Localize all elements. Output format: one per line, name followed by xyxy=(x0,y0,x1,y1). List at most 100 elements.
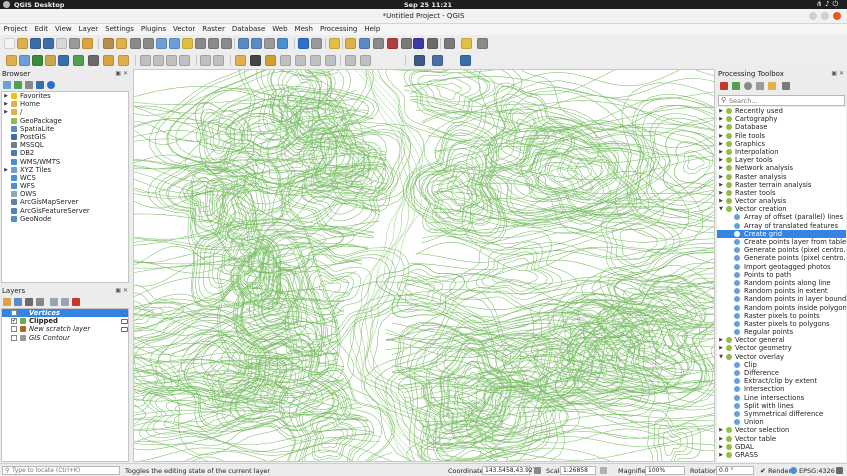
layer-visibility-checkbox[interactable] xyxy=(11,334,17,341)
menu-mesh[interactable]: Mesh xyxy=(291,24,316,33)
layer-item-clipped[interactable]: ✔ Clipped xyxy=(2,317,128,325)
expand-arrow-icon[interactable]: ▶ xyxy=(718,443,724,451)
select-features-icon[interactable] xyxy=(329,38,340,49)
toolbox-group-vector-general[interactable]: ▶ Vector general xyxy=(717,336,846,344)
toolbox-algorithm-create-points-layer-from-table[interactable]: Create points layer from table xyxy=(717,238,846,246)
layer-item-new-scratch-layer[interactable]: New scratch layer xyxy=(2,325,128,333)
cut-features-icon[interactable] xyxy=(153,55,164,66)
temporal-controller-icon[interactable] xyxy=(264,38,275,49)
move-label-icon[interactable] xyxy=(295,55,306,66)
toolbox-algorithm-difference[interactable]: Difference xyxy=(717,369,846,377)
toolbox-algorithm-raster-pixels-to-points[interactable]: Raster pixels to points xyxy=(717,312,846,320)
map-tips-icon[interactable] xyxy=(427,38,438,49)
open-attribute-table-icon[interactable] xyxy=(359,38,370,49)
history-icon[interactable] xyxy=(744,82,752,90)
toolbox-group-vector-analysis[interactable]: ▶ Vector analysis xyxy=(717,197,846,205)
menu-edit[interactable]: Edit xyxy=(31,24,52,33)
toolbox-group-interpolation[interactable]: ▶ Interpolation xyxy=(717,148,846,156)
toolbox-group-cartography[interactable]: ▶ Cartography xyxy=(717,115,846,123)
scale-field[interactable]: 1:26858 xyxy=(560,466,596,475)
manage-map-themes-icon[interactable] xyxy=(25,298,33,306)
statistics-icon[interactable] xyxy=(387,38,398,49)
close-button[interactable] xyxy=(833,12,841,20)
map-canvas[interactable] xyxy=(133,69,715,462)
zoom-to-selection-icon[interactable] xyxy=(182,38,193,49)
crs-globe-icon[interactable] xyxy=(790,467,797,474)
toolbox-group-gdal[interactable]: ▶ GDAL xyxy=(717,443,846,451)
menu-help[interactable]: Help xyxy=(361,24,384,33)
expand-arrow-icon[interactable]: ▶ xyxy=(718,123,724,131)
rotate-label-icon[interactable] xyxy=(310,55,321,66)
browser-item-wcs[interactable]: WCS xyxy=(2,174,128,182)
layer-editing-icon[interactable] xyxy=(121,327,128,333)
redo-icon[interactable] xyxy=(213,55,224,66)
label-pin-icon[interactable] xyxy=(250,55,261,66)
toolbox-group-graphics[interactable]: ▶ Graphics xyxy=(717,140,846,148)
digitize-icon[interactable] xyxy=(6,55,17,66)
browser-item-db2[interactable]: DB2 xyxy=(2,149,128,157)
maximize-button[interactable] xyxy=(821,12,829,20)
browser-item-ows[interactable]: OWS xyxy=(2,190,128,198)
open-project-icon[interactable] xyxy=(17,38,28,49)
expand-arrow-icon[interactable]: ▶ xyxy=(3,100,9,108)
expand-arrow-icon[interactable]: ▶ xyxy=(718,107,724,115)
edit-pencil-icon[interactable] xyxy=(103,55,114,66)
toggle-editing-icon[interactable] xyxy=(45,55,56,66)
style-manager-icon[interactable] xyxy=(82,38,93,49)
diagram-icon[interactable] xyxy=(265,55,276,66)
delete-selected-icon[interactable] xyxy=(140,55,151,66)
field-calculator-icon[interactable] xyxy=(373,38,384,49)
browser-item-arcgismapserver[interactable]: ArcGisMapServer xyxy=(2,198,128,206)
spatial-bookmarks-icon[interactable] xyxy=(345,55,356,66)
toolbox-algorithm-symmetrical-difference[interactable]: Symmetrical difference xyxy=(717,410,846,418)
expand-arrow-icon[interactable]: ▶ xyxy=(718,181,724,189)
toolbox-algorithm-raster-pixels-to-polygons[interactable]: Raster pixels to polygons xyxy=(717,320,846,328)
filter-legend-icon[interactable] xyxy=(36,298,44,306)
sum-icon[interactable] xyxy=(413,38,424,49)
paste-features-icon[interactable] xyxy=(179,55,190,66)
collapse-all-icon[interactable] xyxy=(36,81,44,89)
add-layer-icon[interactable] xyxy=(3,81,11,89)
toolbox-algorithm-intersection[interactable]: Intersection xyxy=(717,385,846,393)
expand-arrow-icon[interactable]: ▶ xyxy=(3,92,9,100)
undo-icon[interactable] xyxy=(200,55,211,66)
measure-line-icon[interactable] xyxy=(444,38,455,49)
menu-web[interactable]: Web xyxy=(269,24,291,33)
zoom-to-layer-icon[interactable] xyxy=(195,38,206,49)
expand-arrow-icon[interactable]: ▶ xyxy=(718,435,724,443)
toolbox-group-layer-tools[interactable]: ▶ Layer tools xyxy=(717,156,846,164)
zoom-full-icon[interactable] xyxy=(169,38,180,49)
minimize-button[interactable] xyxy=(809,12,817,20)
toolbox-algorithm-random-points-along-line[interactable]: Random points along line xyxy=(717,279,846,287)
expand-arrow-icon[interactable]: ▶ xyxy=(718,189,724,197)
browser-item-geopackage[interactable]: GeoPackage xyxy=(2,117,128,125)
identify-icon[interactable] xyxy=(298,38,309,49)
remove-layer-icon[interactable] xyxy=(72,298,80,306)
toolbox-algorithm-array-of-offset-parallel-lines[interactable]: Array of offset (parallel) lines xyxy=(717,213,846,221)
save-as-icon[interactable] xyxy=(43,38,54,49)
menu-raster[interactable]: Raster xyxy=(199,24,229,33)
expand-arrow-icon[interactable]: ▶ xyxy=(718,344,724,352)
measure-icon[interactable] xyxy=(401,38,412,49)
browser-item-geonode[interactable]: GeoNode xyxy=(2,215,128,223)
active-app-name[interactable]: QGIS Desktop xyxy=(14,1,64,9)
toolbox-group-vector-geometry[interactable]: ▶ Vector geometry xyxy=(717,344,846,352)
toolbox-group-raster-tools[interactable]: ▶ Raster tools xyxy=(717,189,846,197)
expand-arrow-icon[interactable]: ▶ xyxy=(718,164,724,172)
toolbox-algorithm-regular-points[interactable]: Regular points xyxy=(717,328,846,336)
toolbox-algorithm-create-grid[interactable]: Create grid xyxy=(717,229,846,238)
toolbox-group-vector-overlay[interactable]: ▼ Vector overlay xyxy=(717,353,846,361)
new-project-icon[interactable] xyxy=(4,38,15,49)
layer-visibility-checkbox[interactable]: ✔ xyxy=(11,318,17,325)
toolbox-search-input[interactable] xyxy=(729,96,843,105)
toolbox-algorithm-random-points-inside-polygons[interactable]: Random points inside polygons xyxy=(717,304,846,312)
coordinate-field[interactable]: 143.5458,43.9273 xyxy=(482,466,540,475)
zoom-next-icon[interactable] xyxy=(221,38,232,49)
menu-processing[interactable]: Processing xyxy=(316,24,360,33)
expand-arrow-icon[interactable]: ▶ xyxy=(3,108,9,116)
add-group-icon[interactable] xyxy=(14,298,22,306)
toolbox-algorithm-split-with-lines[interactable]: Split with lines xyxy=(717,402,846,410)
messages-icon[interactable] xyxy=(836,467,843,474)
rotation-field[interactable]: 0.0 ° xyxy=(716,466,754,475)
collapse-all-icon[interactable] xyxy=(61,298,69,306)
